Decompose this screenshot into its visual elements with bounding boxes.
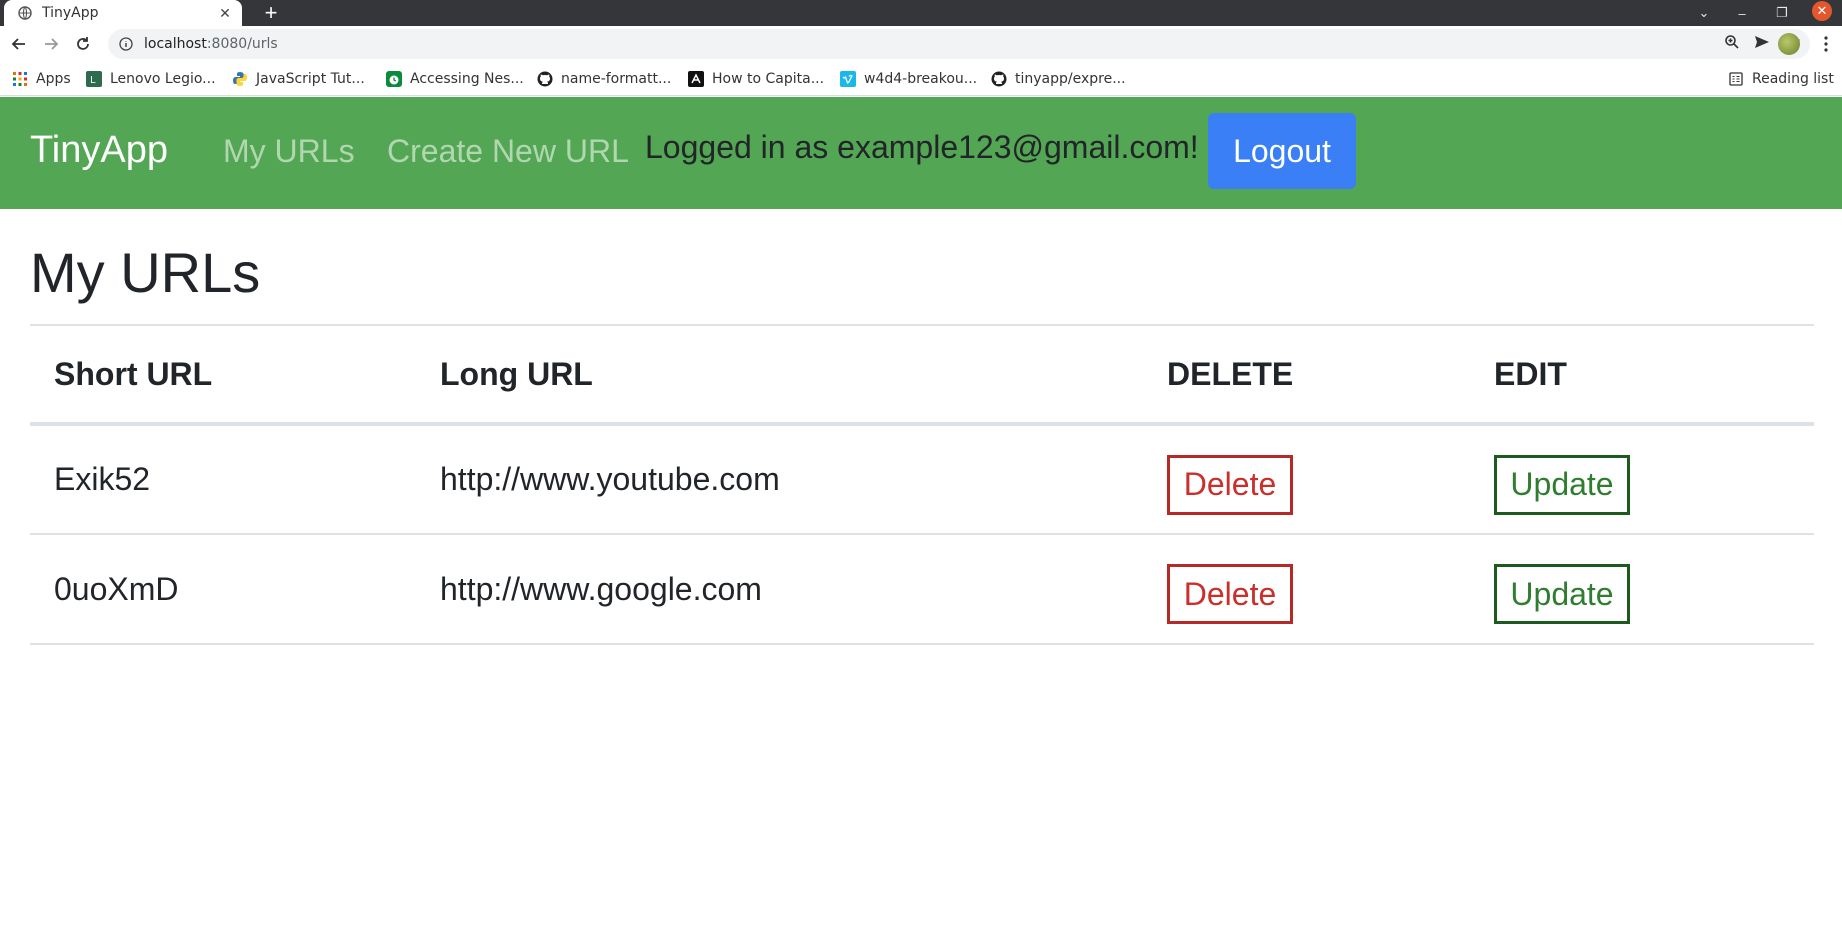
reading-list-label: Reading list (1752, 71, 1834, 87)
bookmark-label: tinyapp/expre... (1015, 71, 1126, 87)
browser-tab-strip: TinyApp ✕ + ⌄ – ❐ ✕ (0, 0, 1842, 26)
delete-cell: Delete (1143, 534, 1470, 645)
update-button[interactable]: Update (1494, 564, 1630, 624)
logout-button[interactable]: Logout (1208, 113, 1356, 189)
profile-avatar[interactable] (1778, 33, 1800, 55)
column-header-long-url: Long URL (416, 326, 1143, 426)
send-icon[interactable] (1754, 34, 1770, 55)
bookmark-label: name-formatt... (561, 71, 672, 87)
apps-grid-icon (12, 71, 28, 87)
nav-my-urls[interactable]: My URLs (223, 133, 355, 170)
delete-button[interactable]: Delete (1167, 564, 1293, 624)
url-host: localhost (144, 36, 207, 52)
info-icon[interactable] (118, 36, 134, 52)
python-icon (232, 71, 248, 87)
column-header-short-url: Short URL (30, 326, 416, 426)
green-clock-icon (386, 71, 402, 87)
tab-title: TinyApp (42, 5, 99, 21)
bookmark-w4d4[interactable]: w4d4-breakou... (840, 69, 977, 89)
bookmark-apps[interactable]: Apps (12, 69, 71, 89)
reading-list-icon (1728, 71, 1744, 87)
forward-icon[interactable] (36, 29, 66, 59)
browser-toolbar: localhost:8080/urls (0, 26, 1842, 62)
bookmark-tinyapp[interactable]: tinyapp/expre... (991, 69, 1126, 89)
logged-in-text: Logged in as example123@gmail.com! (645, 129, 1199, 165)
window-close-icon[interactable]: ✕ (1812, 1, 1832, 21)
edit-cell: Update (1470, 424, 1814, 535)
bookmark-label: How to Capita... (712, 71, 825, 87)
bookmark-label: Apps (36, 71, 71, 87)
bookmark-javascript[interactable]: JavaScript Tut... (232, 69, 365, 89)
table-header-row: Short URL Long URL DELETE EDIT (30, 326, 1814, 426)
bookmark-how-to-capitalize[interactable]: How to Capita... (688, 69, 824, 89)
url-path: :8080/urls (206, 36, 278, 52)
tab-search-icon[interactable]: ⌄ (1688, 0, 1720, 26)
column-header-edit: EDIT (1470, 326, 1814, 426)
short-url-cell: 0uoXmD (30, 534, 416, 645)
table-row: 0uoXmD http://www.google.com Delete Upda… (30, 534, 1814, 645)
column-header-delete: DELETE (1143, 326, 1470, 426)
edit-cell: Update (1470, 534, 1814, 645)
bookmark-label: w4d4-breakou... (864, 71, 978, 87)
url-text: localhost:8080/urls (144, 36, 278, 52)
bookmark-accessing[interactable]: Accessing Nes... (386, 69, 524, 89)
browser-menu-icon[interactable] (1816, 32, 1836, 56)
dark-logo-icon (688, 71, 704, 87)
address-bar[interactable]: localhost:8080/urls (108, 29, 1810, 59)
tab-close-icon[interactable]: ✕ (216, 4, 234, 22)
bookmark-label: Lenovo Legio... (110, 71, 216, 87)
long-url-cell: http://www.youtube.com (416, 424, 1143, 535)
page-title: My URLs (30, 241, 261, 304)
restore-icon[interactable]: ❐ (1766, 0, 1798, 26)
bookmarks-bar: Apps L Lenovo Legio... JavaScript Tut...… (0, 62, 1842, 96)
bookmark-label: Accessing Nes... (410, 71, 524, 87)
github-icon (991, 71, 1007, 87)
minimize-icon[interactable]: – (1726, 0, 1758, 26)
back-icon[interactable] (4, 29, 34, 59)
bookmark-lenovo[interactable]: L Lenovo Legio... (86, 69, 216, 89)
delete-cell: Delete (1143, 424, 1470, 535)
globe-icon (18, 6, 32, 20)
vimeo-icon (840, 71, 856, 87)
zoom-icon[interactable] (1724, 34, 1740, 55)
new-tab-icon[interactable]: + (258, 0, 284, 26)
table-row: Exik52 http://www.youtube.com Delete Upd… (30, 424, 1814, 535)
bookmark-label: JavaScript Tut... (256, 71, 365, 87)
github-icon (537, 71, 553, 87)
long-url-cell: http://www.google.com (416, 534, 1143, 645)
nav-create-new-url[interactable]: Create New URL (387, 133, 629, 170)
short-url-cell: Exik52 (30, 424, 416, 535)
app-navbar: TinyApp My URLs Create New URL Logged in… (0, 97, 1842, 209)
reading-list[interactable]: Reading list (1728, 69, 1834, 89)
delete-button[interactable]: Delete (1167, 454, 1293, 515)
bookmark-name-format[interactable]: name-formatt... (537, 69, 671, 89)
update-button[interactable]: Update (1494, 454, 1630, 515)
svg-text:L: L (90, 75, 96, 84)
lenovo-icon: L (86, 71, 102, 87)
reload-icon[interactable] (68, 29, 98, 59)
browser-tab[interactable]: TinyApp ✕ (4, 0, 242, 26)
brand-link[interactable]: TinyApp (30, 129, 168, 172)
urls-table: Short URL Long URL DELETE EDIT Exik52 ht… (30, 326, 1814, 645)
